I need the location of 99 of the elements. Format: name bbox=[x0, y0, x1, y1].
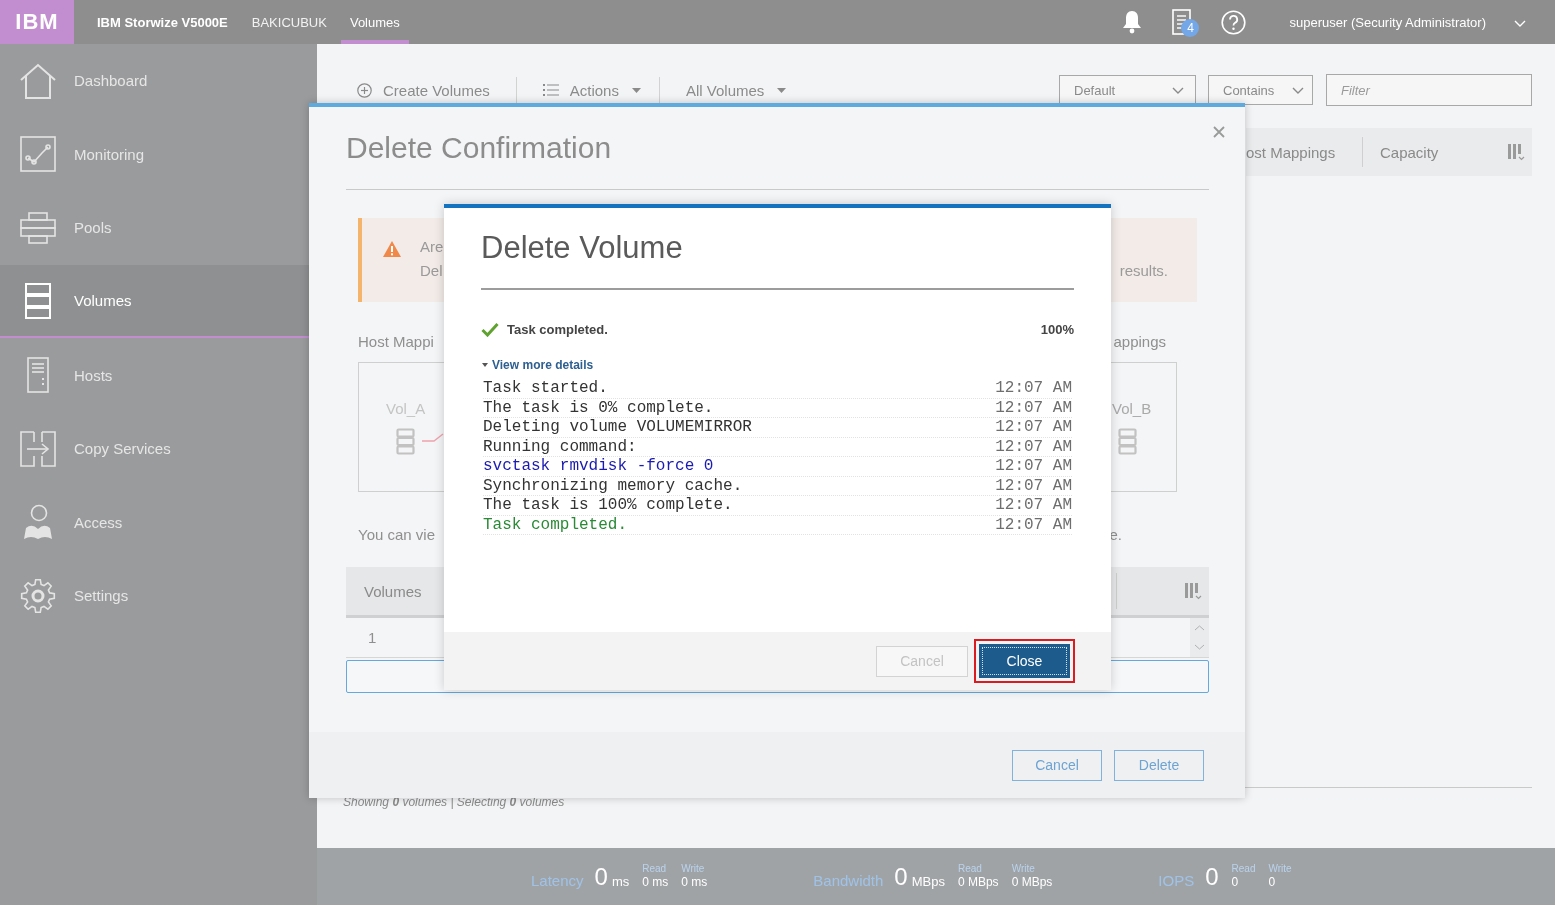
metric-unit: MBps bbox=[911, 873, 945, 890]
column-settings-icon[interactable] bbox=[1508, 143, 1525, 161]
read-value: 0 ms bbox=[642, 874, 669, 890]
log-line: The task is 100% complete. bbox=[483, 496, 733, 515]
metric-label: Latency bbox=[531, 872, 584, 890]
sidebar-item[interactable]: Monitoring bbox=[0, 117, 317, 192]
toolbar-button[interactable]: Create Volumes bbox=[357, 81, 490, 99]
chevron-up-icon[interactable] bbox=[1194, 624, 1205, 631]
storage-stack-icon bbox=[1118, 428, 1137, 455]
metric-value: 0 bbox=[594, 864, 608, 890]
caret-icon bbox=[631, 87, 641, 93]
log-time: 12:07 AM bbox=[995, 418, 1072, 437]
check-icon bbox=[481, 321, 499, 337]
chevron-down-icon bbox=[1514, 20, 1526, 27]
sidebar-item[interactable]: Hosts bbox=[0, 338, 317, 412]
log-line: svctask rmvdisk -force 0 bbox=[483, 457, 714, 476]
close-icon[interactable] bbox=[1213, 126, 1225, 138]
warning-text: Are bbox=[420, 237, 444, 257]
user-menu[interactable]: superuser (Security Administrator) bbox=[1289, 14, 1486, 30]
write-label: Write bbox=[681, 863, 705, 874]
match-select[interactable]: Contains bbox=[1208, 75, 1313, 105]
note-text: You can vie bbox=[358, 525, 435, 545]
system-name: BAKICUBUK bbox=[251, 14, 327, 30]
metric-value: 0 bbox=[1205, 864, 1219, 890]
warning-icon bbox=[383, 241, 401, 257]
status-text: Task completed. bbox=[507, 321, 608, 337]
dialog-title: Delete Volume bbox=[481, 230, 683, 266]
metric-unit: ms bbox=[611, 873, 630, 890]
storage-stack-icon bbox=[396, 428, 415, 455]
view-select[interactable]: Default bbox=[1059, 75, 1196, 105]
details-toggle[interactable]: View more details bbox=[481, 357, 594, 373]
log-time: 12:07 AM bbox=[995, 496, 1072, 515]
bell-icon[interactable] bbox=[1121, 10, 1144, 34]
dialog-button[interactable]: Close bbox=[979, 644, 1070, 678]
progress-text: 100% bbox=[1040, 321, 1074, 337]
warning-text: Del bbox=[420, 261, 443, 281]
log-line: Running command: bbox=[483, 437, 637, 456]
chevron-down-icon bbox=[1172, 86, 1184, 94]
metric-label: IOPS bbox=[1158, 872, 1195, 890]
log-time: 12:07 AM bbox=[995, 437, 1072, 456]
column-header[interactable]: Capacity bbox=[1380, 143, 1439, 161]
read-value: 0 MBps bbox=[957, 874, 999, 890]
log-line: Deleting volume VOLUMEMIRROR bbox=[483, 418, 752, 437]
dialog-button[interactable]: Cancel bbox=[1012, 749, 1102, 781]
metric-label: Bandwidth bbox=[813, 872, 884, 890]
help-icon[interactable] bbox=[1221, 9, 1247, 35]
list-icon bbox=[542, 84, 559, 96]
log-time: 12:07 AM bbox=[995, 457, 1072, 476]
metric-value: 0 bbox=[894, 864, 908, 890]
log-time: 12:07 AM bbox=[995, 515, 1072, 534]
log-line: The task is 0% complete. bbox=[483, 398, 714, 417]
count-badge: 4 bbox=[1181, 19, 1200, 37]
logo[interactable]: IBM bbox=[0, 0, 74, 44]
table-cell: 1 bbox=[368, 629, 377, 646]
settings-icon bbox=[20, 577, 56, 614]
caret-icon bbox=[777, 87, 787, 93]
warning-text: results. bbox=[1119, 261, 1168, 281]
clipboard-icon[interactable] bbox=[1171, 8, 1194, 36]
log-line: Synchronizing memory cache. bbox=[483, 476, 743, 495]
section-label: appings bbox=[1113, 332, 1166, 352]
log-line: Task started. bbox=[483, 379, 608, 398]
column-header[interactable]: Volumes bbox=[364, 582, 422, 600]
toolbar-button[interactable]: All Volumes bbox=[685, 81, 787, 99]
write-value: 0 ms bbox=[681, 874, 708, 890]
sidebar-item[interactable]: Access bbox=[0, 485, 317, 560]
log-time: 12:07 AM bbox=[995, 379, 1072, 398]
write-value: 0 MBps bbox=[1011, 874, 1053, 890]
chevron-down-icon[interactable] bbox=[1194, 644, 1205, 651]
server-tower-icon bbox=[27, 357, 49, 394]
product-name: IBM Storwize V5000E bbox=[97, 14, 228, 30]
log-line: Task completed. bbox=[483, 515, 628, 534]
volume-name: Vol_B bbox=[1112, 400, 1152, 417]
chevron-down-icon bbox=[1292, 86, 1304, 94]
sidebar-item[interactable]: Copy Services bbox=[0, 411, 317, 486]
column-header[interactable]: ost Mappings bbox=[1246, 143, 1362, 161]
dialog-button[interactable]: Delete bbox=[1114, 749, 1204, 781]
arrow-bracket-icon bbox=[20, 430, 56, 467]
log-time: 12:07 AM bbox=[995, 476, 1072, 495]
read-label: Read bbox=[957, 863, 982, 874]
write-label: Write bbox=[1268, 863, 1292, 874]
dialog-title: Delete Confirmation bbox=[346, 131, 612, 165]
filter-field[interactable]: Filter bbox=[1326, 74, 1532, 106]
sidebar-item[interactable]: Dashboard bbox=[0, 44, 317, 118]
column-settings-icon[interactable] bbox=[1185, 582, 1202, 600]
line-chart-icon bbox=[20, 136, 56, 173]
section-label: Host Mappi bbox=[358, 332, 434, 352]
write-label: Write bbox=[1011, 863, 1035, 874]
plus-circle-icon bbox=[357, 82, 372, 98]
log-time: 12:07 AM bbox=[995, 398, 1072, 417]
write-value: 0 bbox=[1268, 874, 1276, 890]
storage-stack-icon bbox=[25, 282, 51, 319]
read-value: 0 bbox=[1231, 874, 1239, 890]
sidebar-item[interactable]: Pools bbox=[0, 191, 317, 265]
sidebar-item[interactable]: Settings bbox=[0, 559, 317, 633]
house-icon bbox=[20, 62, 56, 99]
layers-icon bbox=[20, 212, 56, 244]
read-label: Read bbox=[1231, 863, 1256, 874]
toolbar-button[interactable]: Actions bbox=[542, 81, 641, 99]
read-label: Read bbox=[642, 863, 667, 874]
